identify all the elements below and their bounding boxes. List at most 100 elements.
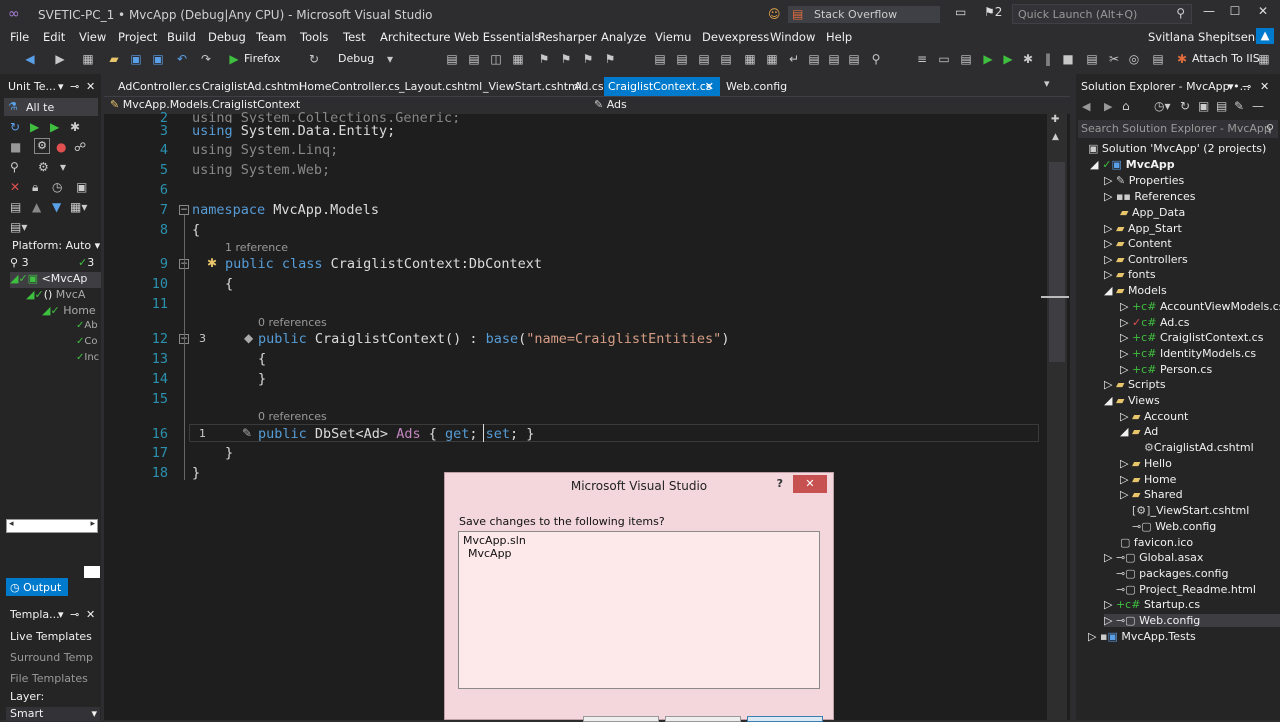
chevron-down-icon[interactable]: ▾ (382, 51, 398, 67)
tree-content[interactable]: ▷ ▰ Content (1104, 237, 1172, 250)
tab-webconfig[interactable]: Web.config (722, 77, 791, 96)
toolbar-tool-icon[interactable]: ≡ (914, 51, 930, 67)
menu-edit[interactable]: Edit (43, 30, 65, 44)
refresh-tests-icon[interactable]: ↻ (10, 120, 20, 134)
collapse-all-icon[interactable]: ▣ (1198, 99, 1209, 113)
show-all-files-icon[interactable]: ▤ (1216, 99, 1227, 113)
back-icon[interactable]: ◀ (22, 51, 38, 67)
menu-file[interactable]: File (10, 30, 29, 44)
menu-window[interactable]: Window (770, 30, 815, 44)
close-icon[interactable]: ✕ (86, 80, 95, 93)
toolbar-tool-icon[interactable]: ✂ (1106, 51, 1122, 67)
open-file-icon[interactable]: ▰ (106, 51, 122, 67)
debug-tests-icon[interactable]: ✱ (70, 120, 80, 134)
split-icon[interactable]: ✚ (1051, 114, 1059, 125)
tree-folder[interactable]: ◢ ▰ Ad (1120, 425, 1158, 438)
tree-file-cs[interactable]: ▷ +c# Person.cs (1120, 363, 1212, 376)
chat-icon[interactable]: ▭ (955, 5, 966, 19)
platform-select[interactable]: Platform: Auto ▾ (12, 239, 100, 252)
stop-tests-icon[interactable]: ■ (10, 140, 21, 154)
menu-architecture[interactable]: Architecture (380, 30, 450, 44)
bookmark-prev-icon[interactable]: ⚑ (558, 51, 574, 67)
tree-file-cs[interactable]: ▷ +c# IdentityModels.cs (1120, 347, 1256, 360)
refresh-icon[interactable]: ↻ (1180, 99, 1190, 113)
code-line-3[interactable]: using System.Data.Entity; (192, 123, 395, 139)
code-line-10[interactable]: { (225, 276, 233, 292)
scroll-up-icon[interactable]: ▲ (1052, 132, 1059, 142)
tree-file[interactable]: ⊸▢ packages.config (1116, 567, 1228, 580)
test-tree-item[interactable]: ✓Ab (76, 320, 98, 331)
test-tree-item[interactable]: ◢✓ Home (42, 304, 96, 317)
arrow-up-icon[interactable]: ▲ (32, 200, 41, 214)
output-tab[interactable]: ◷ Output (6, 578, 68, 596)
toolbar-tool-icon[interactable]: ⚲ (868, 51, 884, 67)
code-line-12[interactable]: public CraiglistContext() : base("name=C… (258, 331, 729, 347)
menu-team[interactable]: Team (256, 30, 286, 44)
bookmark-next-icon[interactable]: ⚑ (580, 51, 596, 67)
save-all-icon[interactable]: ▣ (150, 51, 166, 67)
yes-button[interactable] (583, 716, 659, 722)
tab-craiglistcontext[interactable]: CraiglistContext.cs ✕ (604, 77, 720, 96)
group-icon[interactable]: ☍ (74, 140, 86, 154)
view-icon[interactable]: ▦▾ (70, 200, 87, 214)
stack-overflow-search[interactable]: ▤ Stack Overflow (788, 6, 940, 23)
layout-icon[interactable]: ▣ (76, 180, 87, 194)
run-icon[interactable]: ▶ (980, 51, 996, 67)
refresh-icon[interactable]: ↻ (306, 51, 322, 67)
toolbar-tool-icon[interactable]: ▤ (846, 51, 862, 67)
toolbar-tool-icon[interactable]: ▤ (652, 51, 668, 67)
list-item[interactable]: MvcApp.sln (463, 534, 526, 547)
help-button[interactable]: ? (777, 477, 783, 490)
toolbar-tool-icon[interactable]: ▤ (696, 51, 712, 67)
code-line-14[interactable]: } (258, 371, 266, 387)
tab-adcontroller[interactable]: AdController.cs (114, 77, 205, 96)
properties-icon[interactable]: ✎ (1234, 99, 1244, 113)
test-tree-item[interactable]: ✓Inc (76, 352, 99, 363)
tree-file[interactable]: ▢ favicon.ico (1120, 536, 1193, 549)
pause-icon[interactable]: ‖ (1040, 51, 1056, 67)
tree-project-tests[interactable]: ▷ ▪▣ MvcApp.Tests (1088, 630, 1196, 643)
sync-icon[interactable]: ◷▾ (1154, 99, 1171, 113)
cancel-icon[interactable]: ● (56, 140, 66, 154)
toolbar-tool-icon[interactable]: ◫ (488, 51, 504, 67)
member-navigator[interactable]: ✎ Ads (594, 98, 627, 111)
pin-icon[interactable]: ⊸ (70, 608, 79, 621)
code-line-5[interactable]: using System.Web; (192, 162, 330, 178)
lock-icon[interactable]: 🔒︎ (32, 180, 38, 195)
tree-controllers[interactable]: ▷ ▰ Controllers (1104, 253, 1188, 266)
code-line-13[interactable]: { (258, 351, 266, 367)
forward-icon[interactable]: ▶ (52, 51, 68, 67)
scroll-thumb[interactable] (1049, 162, 1065, 362)
stop-icon[interactable]: ■ (1060, 51, 1076, 67)
surround-templates-item[interactable]: Surround Temp (10, 651, 93, 664)
tree-file[interactable]: ⊸▢ Project_Readme.html (1116, 583, 1256, 596)
toolbar-tool-icon[interactable]: ▤ (1150, 51, 1166, 67)
menu-resharper[interactable]: Resharper (538, 30, 597, 44)
menu-view[interactable]: View (79, 30, 106, 44)
toolbar-tool-icon[interactable]: ▤ (826, 51, 842, 67)
toolbar-tool-icon[interactable]: ▦ (510, 51, 526, 67)
code-line-18[interactable]: } (192, 465, 200, 481)
chevron-down-icon[interactable]: ▾ (1228, 80, 1234, 93)
filter-icon[interactable]: ⚲ (10, 160, 19, 174)
code-line-7[interactable]: namespace MvcApp.Models (192, 202, 379, 218)
redo-icon[interactable]: ↷ (198, 51, 214, 67)
bookmark-clear-icon[interactable]: ⚑ (602, 51, 618, 67)
export-icon[interactable]: ▤▾ (10, 220, 27, 234)
solution-search-input[interactable]: Search Solution Explorer - MvcApp ⚲ (1078, 120, 1278, 138)
back-icon[interactable]: ◀ (1082, 100, 1090, 113)
tab-layout[interactable]: _Layout.cshtml (395, 77, 486, 96)
test-tree-item[interactable]: ◢✓() MvcA (26, 288, 85, 301)
menu-build[interactable]: Build (167, 30, 196, 44)
user-avatar[interactable]: ▲ (1256, 28, 1274, 44)
tree-file-cs[interactable]: ▷ ✓c# Ad.cs (1120, 316, 1190, 329)
clock-icon[interactable]: ◷ (52, 180, 62, 194)
tree-fonts[interactable]: ▷ ▰ fonts (1104, 268, 1156, 281)
tree-references[interactable]: ▷ ▪▪ References (1104, 190, 1196, 203)
lightbulb-icon[interactable]: ✱ (207, 256, 217, 270)
tree-file-cshtml[interactable]: [⚙]_ViewStart.cshtml (1132, 504, 1249, 517)
run-all-tests-icon[interactable]: ▶ (30, 120, 39, 134)
tab-ad[interactable]: Ad.cs (570, 77, 608, 96)
tree-file[interactable]: ▷ ⊸▢ Global.asax (1104, 551, 1203, 564)
tree-file-cshtml[interactable]: ⚙CraiglistAd.cshtml (1144, 441, 1254, 454)
